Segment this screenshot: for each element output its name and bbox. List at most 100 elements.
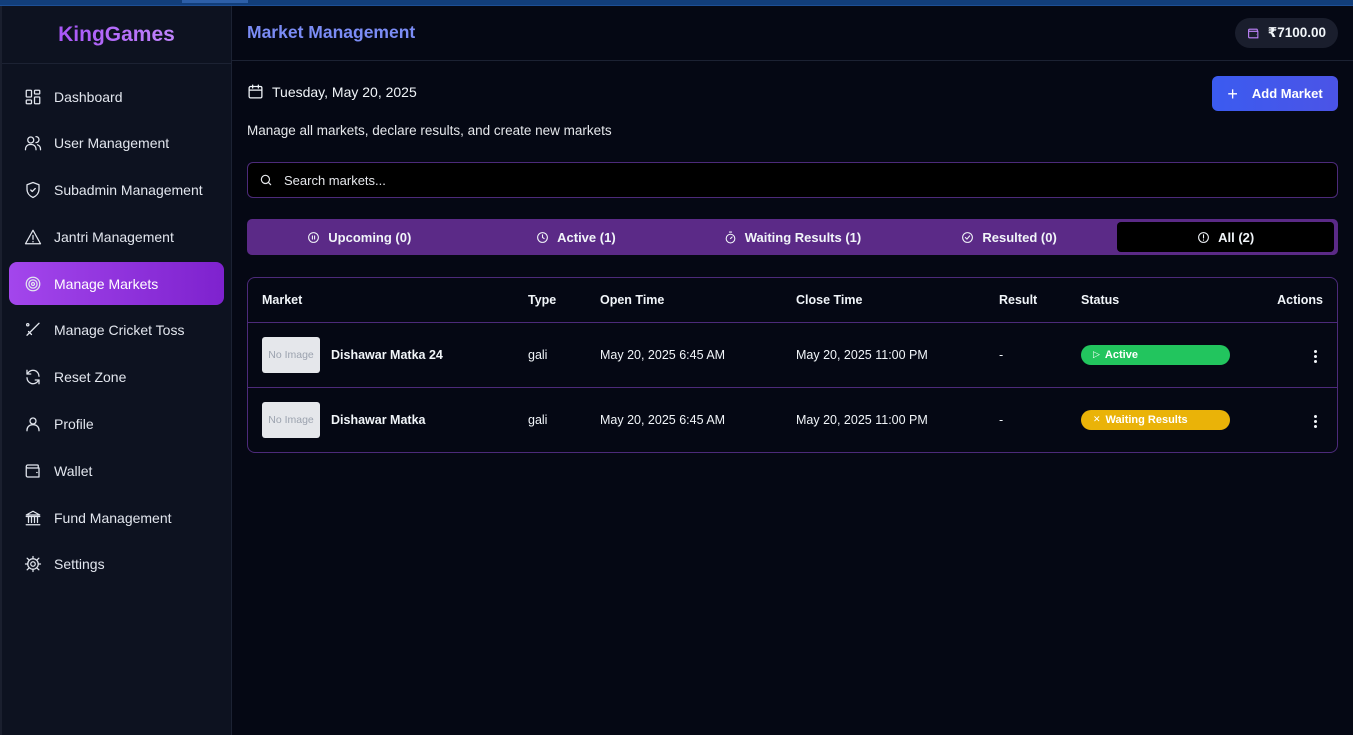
tab-label: Waiting Results (1) — [744, 229, 862, 245]
sidebar-item-wallet[interactable]: Wallet — [9, 449, 224, 492]
sidebar-item-subadmin-management[interactable]: Subadmin Management — [9, 169, 224, 212]
column-header-status: Status — [1081, 278, 1251, 323]
status-cell: ▷ Active — [1081, 322, 1251, 388]
brand-name: KingGames — [58, 22, 175, 46]
market-name: Dishawar Matka — [331, 412, 426, 427]
market-open-time: May 20, 2025 6:45 AM — [600, 322, 796, 388]
top-header: Market Management ₹7100.00 — [232, 6, 1353, 61]
tab-resulted[interactable]: Resulted (0) — [901, 222, 1118, 252]
sidebar: KingGames Dashboard User Management Suba… — [0, 6, 232, 735]
column-header-market: Market — [248, 278, 528, 323]
plus-icon: + — [1227, 83, 1238, 104]
sidebar-item-label: Manage Cricket Toss — [54, 322, 185, 339]
tab-all[interactable]: All (2) — [1117, 222, 1334, 252]
market-type: gali — [528, 322, 600, 388]
market-result: - — [999, 322, 1081, 388]
market-name: Dishawar Matka 24 — [331, 347, 443, 362]
status-badge: ✕ Waiting Results — [1081, 409, 1230, 430]
page-subtitle: Manage all markets, declare results, and… — [247, 123, 612, 138]
add-market-button[interactable]: + Add Market — [1212, 76, 1338, 111]
tab-label: Upcoming (0) — [328, 229, 412, 245]
market-result: - — [999, 412, 1004, 427]
table-row[interactable]: No Image Dishawar Matka 24 gali May 20, … — [248, 322, 1337, 388]
more-actions-icon[interactable] — [1308, 346, 1323, 367]
tab-waiting-results[interactable]: Waiting Results (1) — [684, 222, 901, 252]
pause-circle-icon — [307, 231, 320, 244]
sidebar-item-label: Reset Zone — [54, 369, 127, 386]
table-header-row: Market Type Open Time Close Time Result … — [248, 278, 1337, 323]
sidebar-item-manage-cricket-toss[interactable]: Manage Cricket Toss — [9, 309, 224, 352]
timer-icon — [724, 231, 737, 244]
market-image-placeholder: No Image — [262, 401, 320, 438]
sidebar-item-label: Fund Management — [54, 509, 172, 526]
add-market-label: Add Market — [1251, 86, 1323, 101]
market-cell: No Image Dishawar Matka — [248, 387, 528, 452]
search-icon — [259, 173, 273, 187]
market-close-time: May 20, 2025 11:00 PM — [796, 412, 928, 427]
sidebar-item-label: User Management — [54, 135, 170, 152]
status-cell: ✕ Waiting Results — [1081, 387, 1251, 452]
sidebar-item-label: Dashboard — [54, 88, 123, 105]
sidebar-item-label: Settings — [54, 556, 105, 573]
column-header-close-time: Close Time — [796, 278, 999, 323]
actions-cell — [1251, 387, 1337, 452]
sidebar-item-user-management[interactable]: User Management — [9, 122, 224, 165]
calendar-icon — [247, 83, 264, 100]
wallet-icon — [1247, 27, 1260, 40]
sidebar-item-fund-management[interactable]: Fund Management — [9, 496, 224, 539]
clock-icon — [536, 231, 549, 244]
status-tabs: Upcoming (0) Active (1) Waiting Results … — [247, 219, 1338, 255]
sidebar-item-manage-markets[interactable]: Manage Markets — [9, 262, 224, 306]
close-icon: ✕ — [1093, 414, 1101, 425]
sidebar-item-label: Profile — [54, 416, 94, 433]
market-open-time: May 20, 2025 6:45 AM — [600, 412, 726, 427]
wallet-icon — [24, 462, 42, 480]
sidebar-item-label: Wallet — [54, 462, 93, 479]
market-cell: No Image Dishawar Matka 24 — [248, 322, 528, 388]
warning-icon — [24, 228, 42, 246]
tab-label: Active (1) — [557, 229, 616, 245]
search-input[interactable] — [284, 172, 1284, 188]
sidebar-item-profile[interactable]: Profile — [9, 403, 224, 446]
check-circle-icon — [961, 231, 974, 244]
current-date: Tuesday, May 20, 2025 — [247, 83, 417, 100]
browser-tab-indicator — [182, 0, 248, 3]
search-bar — [247, 162, 1338, 198]
column-header-actions: Actions — [1251, 278, 1337, 323]
sidebar-item-label: Manage Markets — [54, 275, 159, 292]
tab-active[interactable]: Active (1) — [468, 222, 685, 252]
page-title: Market Management — [247, 22, 416, 42]
actions-cell — [1251, 322, 1337, 388]
table-row[interactable]: No Image Dishawar Matka gali May 20, 202… — [248, 387, 1337, 452]
shield-icon — [24, 181, 42, 199]
market-image-placeholder: No Image — [262, 336, 320, 373]
alert-circle-icon — [1197, 231, 1210, 244]
user-icon — [24, 415, 42, 433]
tab-label: All (2) — [1218, 229, 1255, 245]
sidebar-item-reset-zone[interactable]: Reset Zone — [9, 356, 224, 399]
status-badge: ▷ Active — [1081, 344, 1230, 365]
markets-table: Market Type Open Time Close Time Result … — [247, 277, 1338, 453]
sidebar-nav: Dashboard User Management Subadmin Manag… — [2, 64, 231, 586]
cricket-bat-icon — [24, 321, 42, 339]
sidebar-item-settings[interactable]: Settings — [9, 543, 224, 586]
sidebar-item-label: Jantri Management — [54, 228, 174, 245]
target-icon — [24, 275, 42, 293]
refresh-icon — [24, 368, 42, 386]
more-actions-icon[interactable] — [1308, 411, 1323, 432]
bank-icon — [24, 509, 42, 527]
balance-amount: ₹7100.00 — [1267, 25, 1326, 40]
play-icon: ▷ — [1093, 349, 1100, 359]
users-icon — [24, 134, 42, 152]
sidebar-item-dashboard[interactable]: Dashboard — [9, 75, 224, 118]
market-close-time: May 20, 2025 11:00 PM — [796, 322, 999, 388]
column-header-type: Type — [528, 278, 600, 323]
column-header-open-time: Open Time — [600, 278, 796, 323]
sidebar-item-jantri-management[interactable]: Jantri Management — [9, 215, 224, 258]
market-type: gali — [528, 412, 548, 427]
sidebar-item-label: Subadmin Management — [54, 182, 203, 199]
tab-upcoming[interactable]: Upcoming (0) — [251, 222, 468, 252]
brand-logo[interactable]: KingGames — [2, 6, 231, 64]
tab-label: Resulted (0) — [982, 229, 1057, 245]
wallet-balance[interactable]: ₹7100.00 — [1234, 18, 1338, 48]
